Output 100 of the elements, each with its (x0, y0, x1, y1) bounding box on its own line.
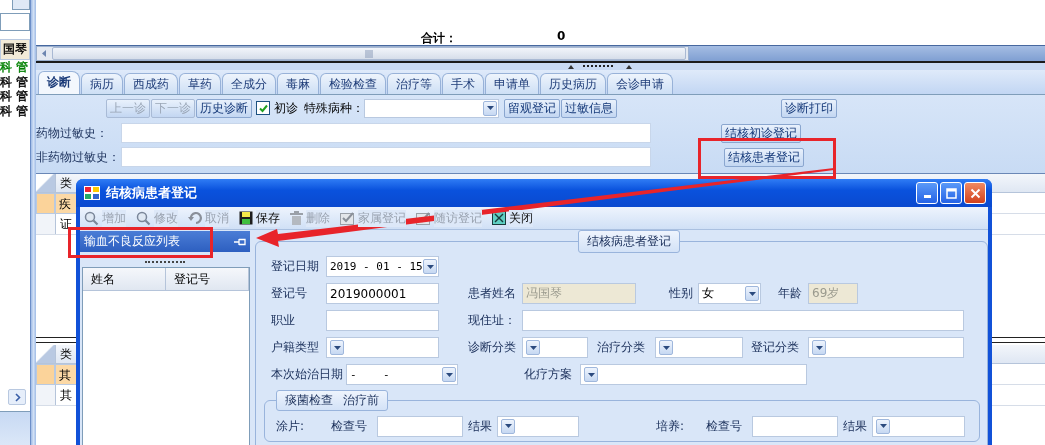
date-picker[interactable]: - - (346, 364, 458, 385)
field-label: 药物过敏史： (36, 124, 109, 142)
tab[interactable]: 申请单 (485, 73, 539, 94)
tab[interactable]: 历史病历 (540, 73, 606, 94)
checkbox[interactable] (256, 101, 270, 115)
input-field[interactable] (752, 415, 838, 437)
scrollbar-thumb[interactable] (52, 47, 686, 60)
dropdown-field[interactable] (580, 364, 807, 385)
dropdown-field[interactable] (872, 415, 965, 437)
input-field[interactable] (377, 415, 463, 437)
sidebar-button[interactable] (12, 0, 30, 10)
horizontal-scrollbar[interactable] (36, 46, 689, 61)
toolbar-button[interactable]: 过敏信息 (561, 98, 617, 118)
splitter-grip-icon[interactable] (568, 63, 632, 70)
input-field[interactable]: 2019000001 (326, 283, 439, 304)
tb-patient-button[interactable]: 结核患者登记 (724, 147, 804, 167)
maximize-button[interactable] (940, 182, 962, 204)
tab[interactable]: 西成药 (124, 73, 178, 94)
field-label: 化疗方案 (524, 366, 573, 383)
field-label: 本次始治日期 (271, 366, 344, 383)
field-label: 登记日期 (271, 258, 320, 275)
checkmark-icon (340, 211, 355, 225)
minimize-button[interactable] (916, 182, 938, 204)
field-label: 年龄 (778, 285, 803, 302)
tab[interactable]: 诊断 (38, 71, 80, 94)
tab[interactable]: 毒麻 (277, 73, 319, 94)
field-label: 涂片: (276, 417, 306, 435)
window-title: 结核病患者登记 (106, 184, 197, 202)
row-selector[interactable] (36, 214, 56, 234)
group-title-text: 痰菌检查 (285, 393, 333, 407)
dropdown-field[interactable] (326, 337, 439, 358)
row-selector[interactable] (36, 193, 55, 214)
tab[interactable]: 检验检查 (320, 73, 386, 94)
field-label: 治疗分类 (597, 339, 646, 356)
toolbar-button[interactable]: 留观登记 (504, 98, 560, 118)
magnifier-icon (84, 210, 99, 226)
input-field[interactable] (121, 147, 651, 167)
sidebar-panel (0, 411, 30, 445)
field-label: 职业 (271, 312, 296, 329)
tab[interactable]: 手术 (442, 73, 484, 94)
tab[interactable]: 会诊申请 (607, 73, 673, 94)
field-label: 现住址： (468, 312, 517, 329)
column-header[interactable]: 姓名 (83, 268, 166, 290)
sidebar-item[interactable]: 科 管 (0, 60, 30, 75)
group-subtitle: 治疗前 (343, 393, 379, 407)
undo-icon (188, 211, 202, 225)
column-header[interactable]: 登记号 (166, 268, 249, 290)
chevron-right-icon (12, 392, 22, 402)
field-label: 非药物过敏史： (36, 148, 121, 166)
date-picker[interactable]: 2019 - 01 - 15 (326, 256, 439, 277)
sidebar-item[interactable]: 国琴 (0, 39, 30, 60)
pin-icon[interactable] (234, 237, 246, 246)
sidebar-item[interactable]: 科 管 (0, 103, 30, 118)
tab[interactable]: 全成分 (222, 73, 276, 94)
column-header[interactable]: 类 (56, 174, 72, 192)
input-field[interactable] (326, 310, 439, 331)
close-button[interactable] (964, 182, 986, 204)
total-label: 合计： (421, 32, 458, 45)
field-label: 性别 (669, 285, 694, 302)
tab[interactable]: 草药 (179, 73, 221, 94)
checkbox-label: 初诊 (274, 99, 298, 117)
scroll-right-button[interactable] (8, 389, 26, 405)
field-label: 登记号 (271, 285, 308, 302)
field-label: 结果 (842, 417, 868, 435)
dropdown-field[interactable] (808, 337, 964, 358)
group-title: 结核病患者登记 (578, 230, 680, 253)
select-all-cell[interactable] (36, 345, 56, 363)
input-field[interactable] (121, 123, 651, 143)
input-field[interactable] (522, 310, 964, 331)
field-label: 诊断分类 (468, 339, 517, 356)
toolbar-button[interactable]: 历史诊断 (196, 98, 252, 118)
dropdown-field[interactable] (364, 98, 499, 118)
field-label: 检查号 (706, 417, 743, 435)
print-button[interactable]: 诊断打印 (781, 98, 837, 118)
select-all-cell[interactable] (36, 174, 56, 192)
sidebar-item[interactable]: 科 管 (0, 74, 30, 89)
dropdown-field[interactable]: 女 (698, 283, 761, 304)
dropdown-field[interactable] (522, 337, 588, 358)
field-label: 结果 (467, 417, 493, 435)
sidebar-field[interactable] (0, 13, 30, 31)
sidebar-item[interactable]: 科 管 (0, 89, 30, 104)
app-icon (84, 186, 100, 200)
field-label: 户籍类型 (271, 339, 320, 356)
maximize-icon (945, 187, 957, 199)
dropdown-field[interactable] (655, 337, 743, 358)
magnifier-icon (136, 210, 151, 226)
trash-icon (290, 211, 303, 225)
field-label: 特殊病种： (304, 99, 364, 117)
tab[interactable]: 病历 (81, 73, 123, 94)
field-label: 检查号 (331, 417, 368, 435)
panel-title: 输血不良反应列表 (84, 233, 180, 250)
row-selector[interactable] (36, 385, 56, 405)
tab[interactable]: 治疗等 (387, 73, 441, 94)
total-value: 0 (557, 30, 566, 43)
row-selector[interactable] (36, 364, 55, 385)
dropdown-field[interactable] (497, 415, 579, 437)
close-icon (969, 187, 981, 199)
table-cell-text: 其 (59, 387, 73, 404)
column-header[interactable]: 类 (56, 345, 72, 363)
field-label: 患者姓名 (468, 285, 517, 302)
